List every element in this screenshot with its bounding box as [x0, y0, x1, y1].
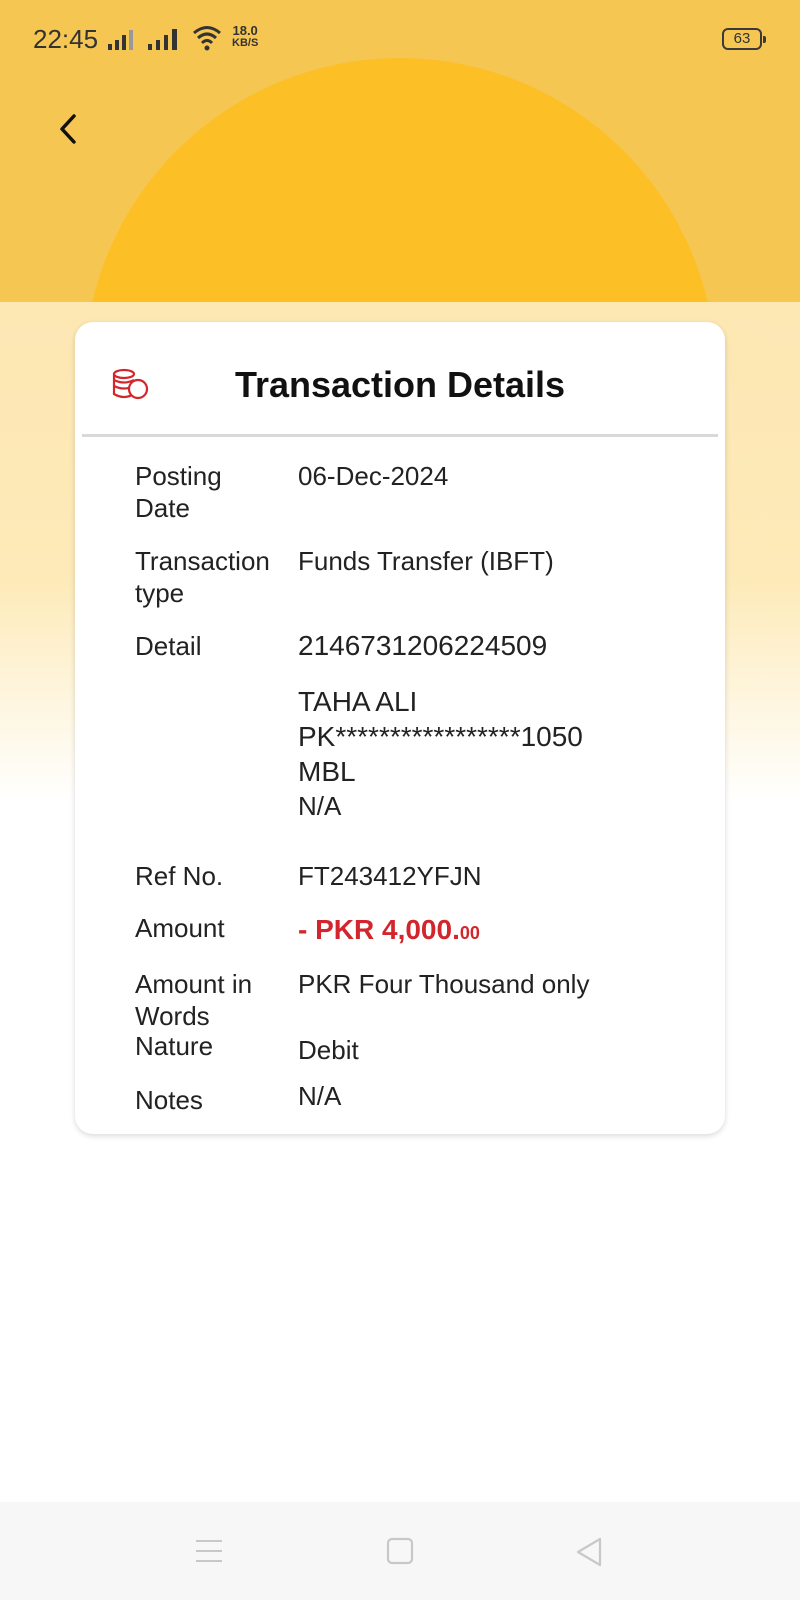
- detail-label: Detail: [135, 631, 202, 661]
- amount-words-label: Amount in Words: [135, 968, 285, 1032]
- menu-icon[interactable]: [194, 1536, 224, 1566]
- system-nav-bar: [0, 1502, 800, 1600]
- title-divider: [82, 434, 718, 437]
- detail-extra: N/A: [298, 791, 342, 821]
- detail-value: 2146731206224509 TAHA ALI PK************…: [298, 630, 708, 822]
- wifi-icon: [193, 26, 221, 51]
- signal-icon-1: [108, 30, 133, 50]
- back-arrow-icon: [60, 114, 76, 144]
- amount-words-label-line2: Words: [135, 1001, 210, 1031]
- posting-date-value: 06-Dec-2024: [298, 461, 449, 491]
- card-title: Transaction Details: [234, 364, 566, 405]
- status-bar: 22:45 18.0 KB/S 63: [0, 0, 800, 80]
- nature-label: Nature: [135, 1031, 214, 1061]
- posting-date-label-line1: Posting: [135, 461, 222, 491]
- speed-unit: KB/S: [232, 37, 259, 49]
- amount-decimal: 00: [459, 923, 480, 943]
- home-square-icon[interactable]: [386, 1536, 414, 1566]
- posting-date-label-line2: Date: [135, 493, 190, 523]
- signal-icon-2: [148, 29, 177, 50]
- network-speed: 18.0 KB/S: [232, 24, 258, 50]
- transaction-type-label-line1: Transaction: [135, 546, 270, 576]
- amount-label: Amount: [135, 913, 225, 943]
- back-triangle-icon[interactable]: [574, 1536, 604, 1568]
- detail-beneficiary-name: TAHA ALI: [298, 686, 418, 717]
- speed-value: 18.0: [232, 23, 258, 38]
- detail-bank: MBL: [298, 756, 356, 787]
- amount-value: - PKR 4,000.00: [298, 914, 708, 949]
- notes-label: Notes: [135, 1085, 203, 1115]
- transaction-type-label-line2: type: [135, 578, 185, 608]
- amount-words-value: PKR Four Thousand only: [298, 969, 590, 999]
- transaction-type-value: Funds Transfer (IBFT): [298, 546, 554, 576]
- battery-indicator: 63: [722, 28, 766, 50]
- ref-no-label: Ref No.: [135, 861, 224, 891]
- ref-no-value: FT243412YFJN: [298, 861, 482, 891]
- amount-words-label-line1: Amount in: [135, 969, 253, 999]
- transaction-details-card: Transaction Details Posting Date 06-Dec-…: [75, 322, 725, 1134]
- status-time: 22:45: [33, 24, 99, 54]
- amount-main: - PKR 4,000.: [298, 914, 460, 945]
- back-button[interactable]: [52, 110, 88, 150]
- notes-value: N/A: [298, 1081, 342, 1111]
- transaction-type-label: Transaction type: [135, 545, 285, 609]
- detail-iban: PK*****************1050: [298, 721, 583, 752]
- detail-account-number: 2146731206224509: [298, 630, 548, 661]
- nature-value: Debit: [298, 1035, 359, 1065]
- sun-decoration: [84, 58, 716, 302]
- posting-date-label: Posting Date: [135, 460, 285, 524]
